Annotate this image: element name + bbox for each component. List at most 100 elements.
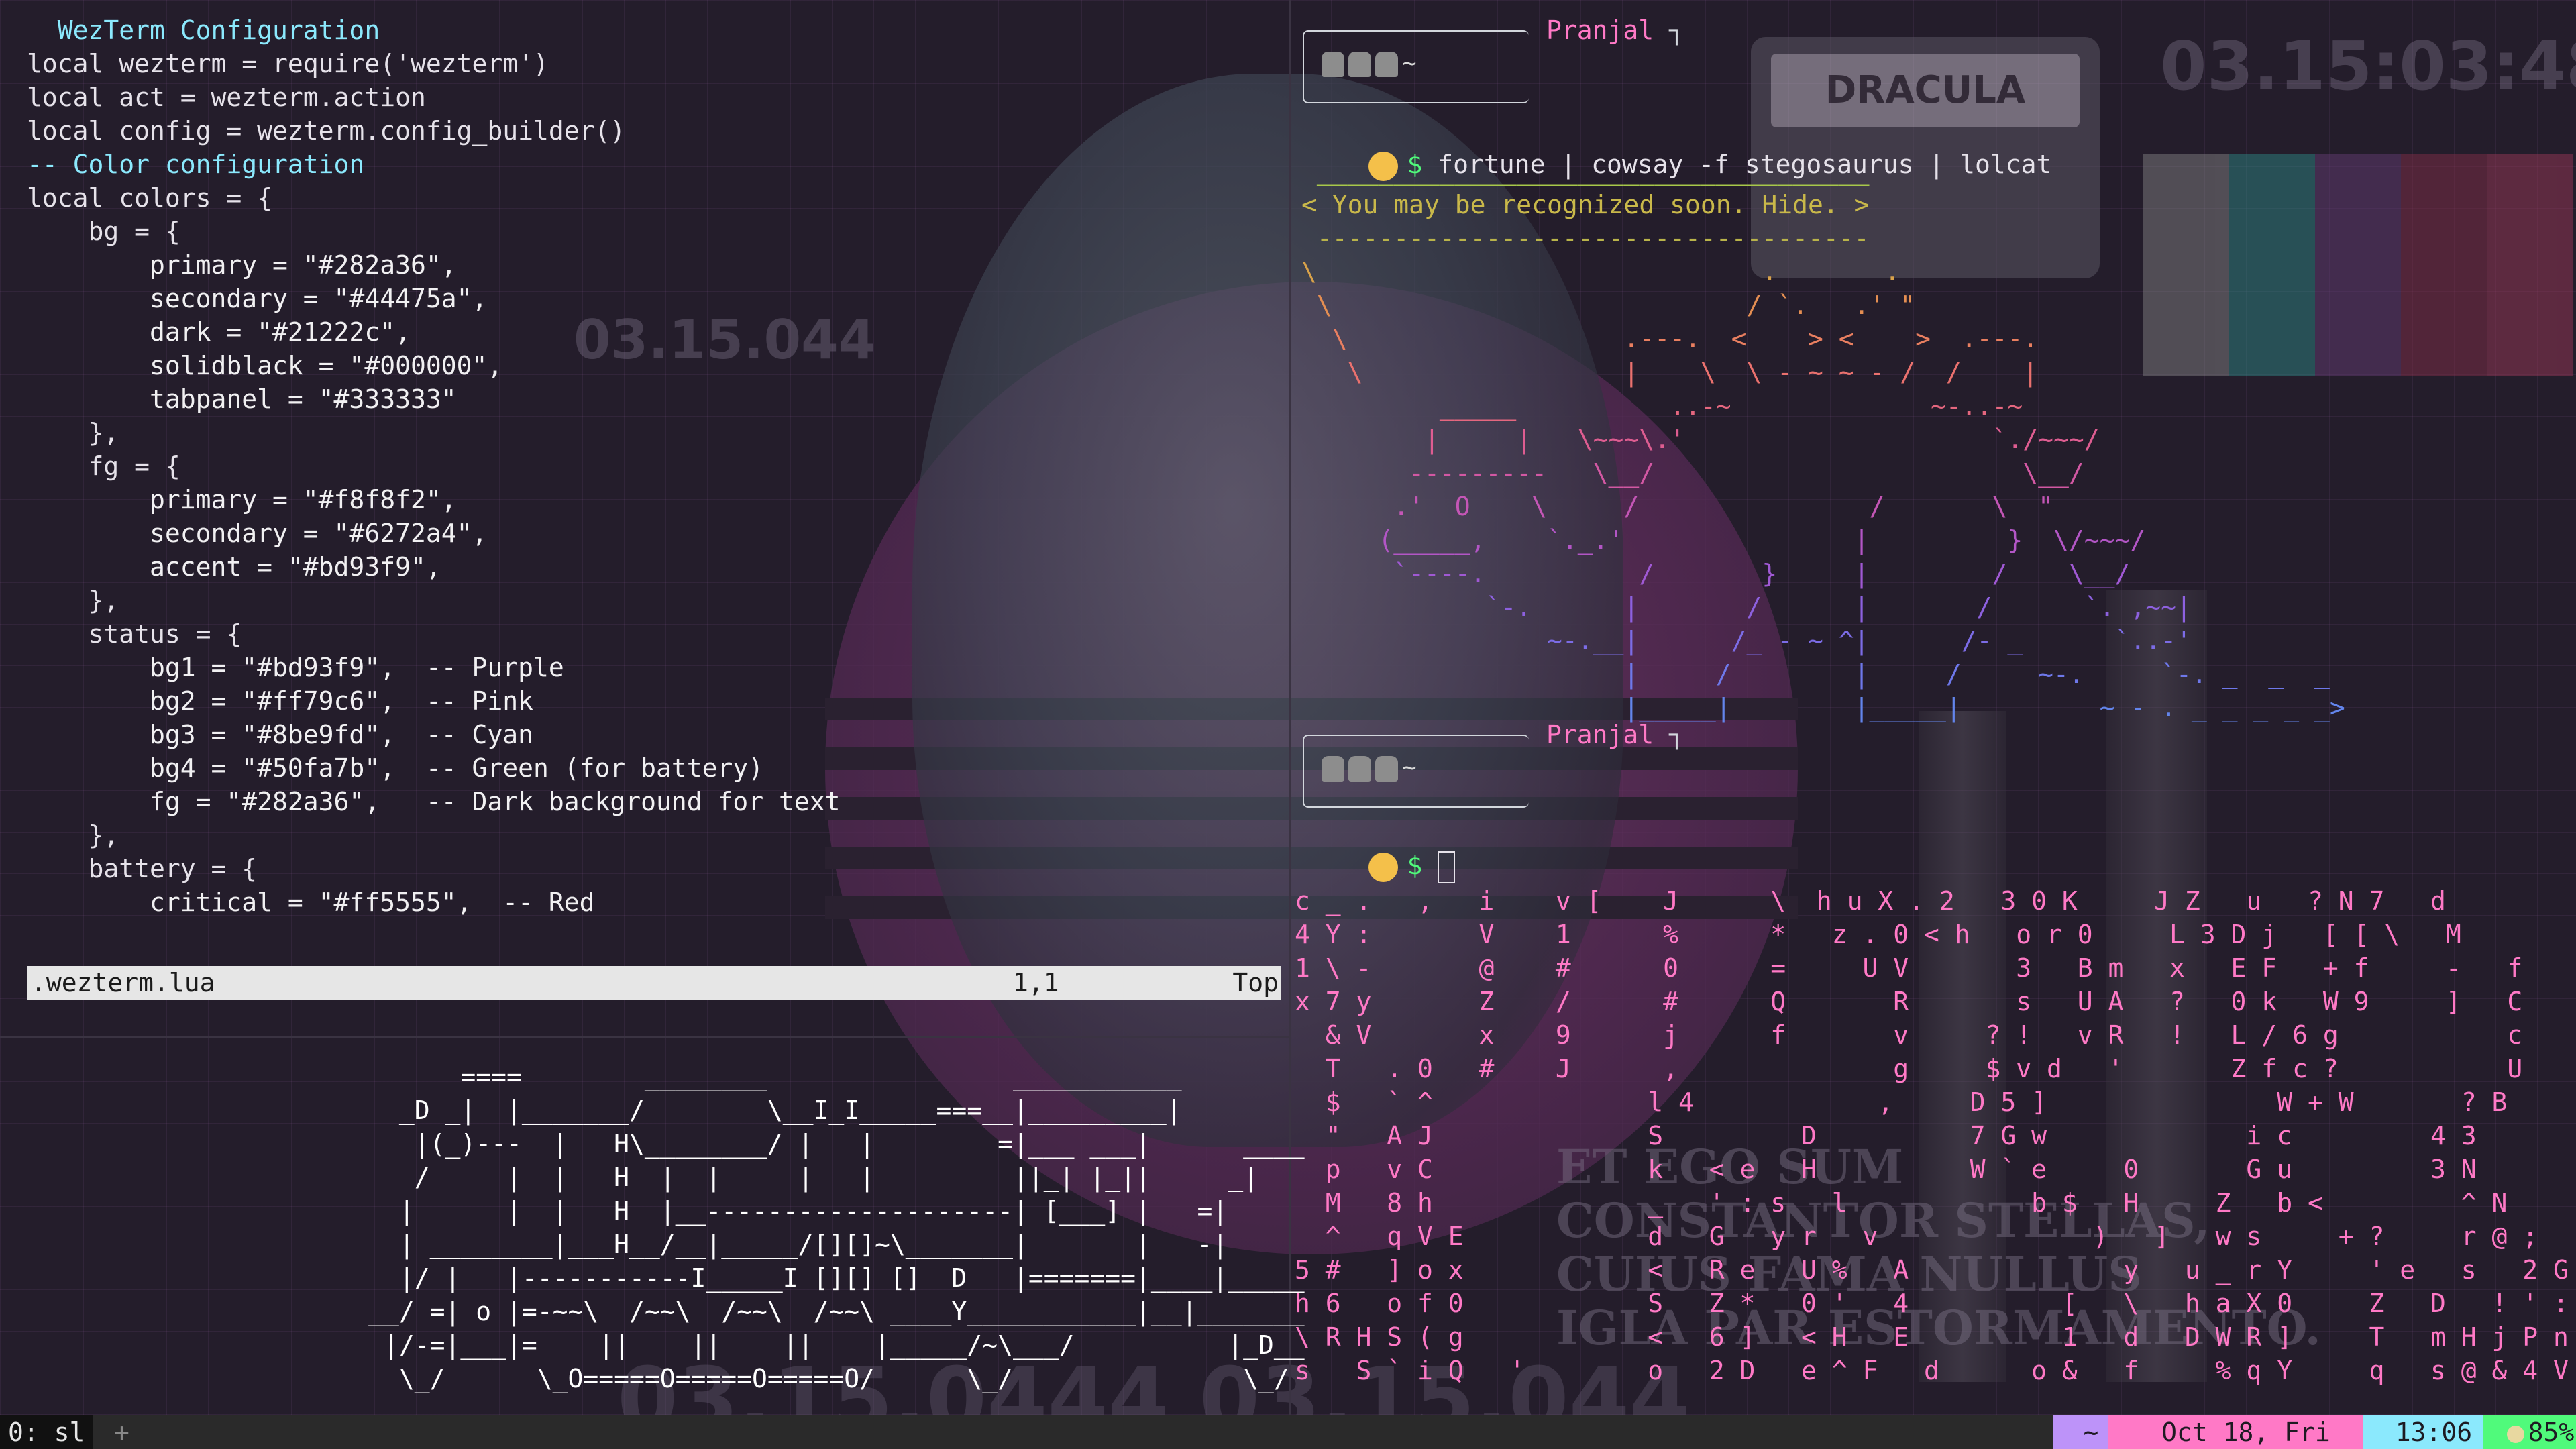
sl-line: | | | H |__--------------------| [___] |… — [0, 1196, 1228, 1226]
matrix-line: h 6 o f 0 S Z * 0 ' 4 [ \ h a X 0 Z D ! … — [1295, 1289, 2569, 1318]
editor-line[interactable]: bg2 = "#ff79c6", -- Pink — [27, 684, 841, 718]
editor-line[interactable]: local wezterm = require('wezterm') — [27, 47, 841, 80]
moai-icon — [1322, 756, 1344, 782]
statusline-scroll-position: Top — [1232, 968, 1279, 998]
cowsay-line: | | \~~~\.' `./~~~/ — [1301, 425, 2100, 454]
matrix-line: 5 # ] o x < R e U % A y u _ r Y ' e s 2 … — [1295, 1255, 2576, 1285]
editor-line[interactable]: fg = { — [27, 449, 841, 483]
cowsay-line: \ . . — [1301, 257, 1900, 286]
statusline-filename: .wezterm.lua — [31, 968, 215, 998]
editor-line[interactable]: secondary = "#44475a", — [27, 282, 841, 315]
sl-line: _D _| |_______/ \__I_I_____===__|_______… — [0, 1095, 1182, 1125]
prompt-symbol-2: $ — [1407, 851, 1423, 880]
tmux-new-window-button[interactable]: + — [114, 1415, 129, 1449]
statusline-cursor-position: 1,1 — [1013, 968, 1059, 998]
sl-line: |/ | |-----------I_____I [][] [] D |====… — [0, 1263, 1305, 1293]
editor-line[interactable]: bg1 = "#bd93f9", -- Purple — [27, 651, 841, 684]
matrix-line: & V x 9 j f v ? ! v R ! L / 6 g c — [1295, 1020, 2523, 1050]
battery-percent: 85% — [2528, 1417, 2575, 1447]
editor-line[interactable]: bg = { — [27, 215, 841, 248]
matrix-line: c _ . , i v [ J \ h u X . 2 3 0 K J Z u … — [1295, 886, 2446, 916]
cowsay-line: \ / `. .' " — [1301, 290, 1916, 320]
sl-line: ==== ________ ___________ — [0, 1062, 1182, 1091]
cowsay-line: \ .---. < > < > .---. — [1301, 324, 2039, 354]
editor-line[interactable]: dark = "#21222c", — [27, 315, 841, 349]
cowsay-line: < You may be recognized soon. Hide. > — [1301, 190, 1870, 219]
editor-line[interactable]: status = { — [27, 617, 841, 651]
cowsay-line: `----. / } | / \__/ — [1301, 559, 2131, 588]
moai-icon — [1375, 756, 1398, 782]
terminal-cursor[interactable] — [1438, 851, 1456, 883]
editor-line[interactable]: primary = "#f8f8f2", — [27, 483, 841, 517]
prompt-moai-icons-2: ~ — [1322, 751, 1417, 785]
matrix-line: 4 Y : V 1 % * z . 0 < h o r 0 L 3 D j [ … — [1295, 920, 2461, 949]
cowsay-line: | / | / ~-. `-. _ _ _ — [1301, 659, 2330, 689]
cowsay-line: (_____, `._.' | } \/~~~/ — [1301, 525, 2146, 555]
prompt-moai-icons: ~ — [1322, 47, 1417, 80]
matrix-line: $ ` ^ l 4 , D 5 ] W + W ? B — [1295, 1087, 2508, 1117]
matrix-line: T . 0 # J , g $ v d ' Z f c ? U — [1295, 1054, 2523, 1083]
editor-line[interactable]: local act = wezterm.action — [27, 80, 841, 114]
editor-line[interactable]: tabpanel = "#333333" — [27, 382, 841, 416]
moai-icon — [1348, 52, 1371, 77]
editor-line[interactable]: accent = "#bd93f9", — [27, 550, 841, 584]
matrix-line: \ R H S ( g < 6 ] < H E 1 d D W R ] T m … — [1295, 1322, 2569, 1352]
editor-line[interactable]: bg3 = "#8be9fd", -- Cyan — [27, 718, 841, 751]
matrix-line: M 8 h _ ' : s l b $ H Z b < ^ N — [1295, 1188, 2508, 1218]
moai-icon — [1375, 52, 1398, 77]
sl-line: |(_)--- | H\________/ | | =|___ ___| ___… — [0, 1129, 1305, 1159]
cowsay-line: \ | \ \ - ~ ~ - / / | — [1301, 358, 2039, 387]
matrix-rain-text: c _ . , i v [ J \ h u X . 2 3 0 K J Z u … — [1295, 884, 2576, 1387]
editor-buffer[interactable]: WezTerm Configuration local wezterm = req… — [27, 13, 841, 919]
matrix-line: p v C k < e H W ` e 0 G u 3 N — [1295, 1155, 2477, 1184]
sl-line: / | | H | | | | ||_| |_|| _| — [0, 1163, 1258, 1192]
editor-line[interactable]: local config = wezterm.config_builder() — [27, 114, 841, 148]
status-battery: 85% — [2483, 1415, 2576, 1449]
matrix-line: ^ q V E d G y r v ) ] w s + ? r @ ; — [1295, 1222, 2538, 1251]
editor-line[interactable]: }, — [27, 584, 841, 617]
editor-line[interactable]: primary = "#282a36", — [27, 248, 841, 282]
matrix-rain-pane[interactable]: c _ . , i v [ J \ h u X . 2 3 0 K J Z u … — [1295, 884, 2576, 1407]
cowsay-line: .' O \ / / \ " — [1301, 492, 2054, 521]
editor-line[interactable]: solidblack = "#000000", — [27, 349, 841, 382]
tmux-status-bar: 0: sl + ~ Oct 18, Fri 13:06 85% — [0, 1415, 2576, 1449]
moai-icon — [1322, 52, 1344, 77]
tmux-window-tab[interactable]: 0: sl — [0, 1415, 93, 1449]
prompt-user: Pranjal ┐ — [1546, 15, 1684, 45]
sl-train-art: ==== ________ ___________ _D _| |_______… — [0, 1060, 1305, 1395]
battery-icon — [2506, 1425, 2524, 1443]
sl-train-pane[interactable]: ==== ________ ___________ _D _| |_______… — [0, 1033, 1305, 1409]
matrix-line: s S ` i Q ' o 2 D e ^ F d o & f % q Y q … — [1295, 1356, 2569, 1385]
cowsay-line: `-. | / | / `. ,~~| — [1301, 592, 2192, 622]
editor-line[interactable]: critical = "#ff5555", -- Red — [27, 885, 841, 919]
shell-pane[interactable]: Pranjal ┐ ~ $ fortune | cowsay -f stegos… — [1295, 13, 2576, 885]
editor-line[interactable]: }, — [27, 818, 841, 852]
editor-line[interactable]: secondary = "#6272a4", — [27, 517, 841, 550]
sl-line: \_/ \_O=====O=====O=====O/ \_/ \_/ — [0, 1364, 1289, 1393]
editor-line[interactable]: WezTerm Configuration — [27, 13, 841, 47]
editor-line[interactable]: -- Color configuration — [27, 148, 841, 181]
sl-line: |/-=|___|= || || || |_____/~\___/ |_D__ — [0, 1330, 1305, 1360]
editor-line[interactable]: battery = { — [27, 852, 841, 885]
editor-line[interactable]: }, — [27, 416, 841, 449]
sl-line: __/ =| o |=-~~\ /~~\ /~~\ /~~\ ____Y____… — [0, 1297, 1305, 1326]
editor-pane[interactable]: WezTerm Configuration local wezterm = req… — [0, 13, 1285, 1006]
status-date: Oct 18, Fri — [2108, 1415, 2384, 1449]
cowsay-line: --------- \__/ \__/ — [1301, 458, 2084, 488]
exploding-head-icon — [1368, 852, 1398, 882]
editor-line[interactable]: fg = "#282a36", -- Dark background for t… — [27, 785, 841, 818]
editor-line[interactable]: local colors = { — [27, 181, 841, 215]
cowsay-line: ~-.__| /_ - ~ ^| /- _ `..-' — [1301, 626, 2192, 655]
sl-line: | ________|___H__/__|_____/[][]~\_______… — [0, 1230, 1228, 1259]
moai-icon — [1348, 756, 1371, 782]
matrix-line: 1 \ - @ # 0 = U V 3 B m x E F + f - f — [1295, 953, 2523, 983]
vim-statusline: .wezterm.lua 1,1 Top — [27, 966, 1281, 1000]
cowsay-line: |_____| |_____| ~ - . _ _ _ _ _> — [1301, 693, 2345, 722]
editor-line[interactable]: bg4 = "#50fa7b", -- Green (for battery) — [27, 751, 841, 785]
cowsay-line: ____________________________________ — [1301, 156, 1870, 186]
cowsay-line: ------------------------------------ — [1301, 223, 1870, 253]
prompt-user-2: Pranjal ┐ — [1546, 720, 1684, 749]
cowsay-output: ____________________________________ < Yo… — [1301, 154, 2345, 724]
matrix-line: " A J S D 7 G w i c 4 3 — [1295, 1121, 2477, 1150]
matrix-line: x 7 y Z / # Q R s U A ? 0 k W 9 ] C — [1295, 987, 2523, 1016]
